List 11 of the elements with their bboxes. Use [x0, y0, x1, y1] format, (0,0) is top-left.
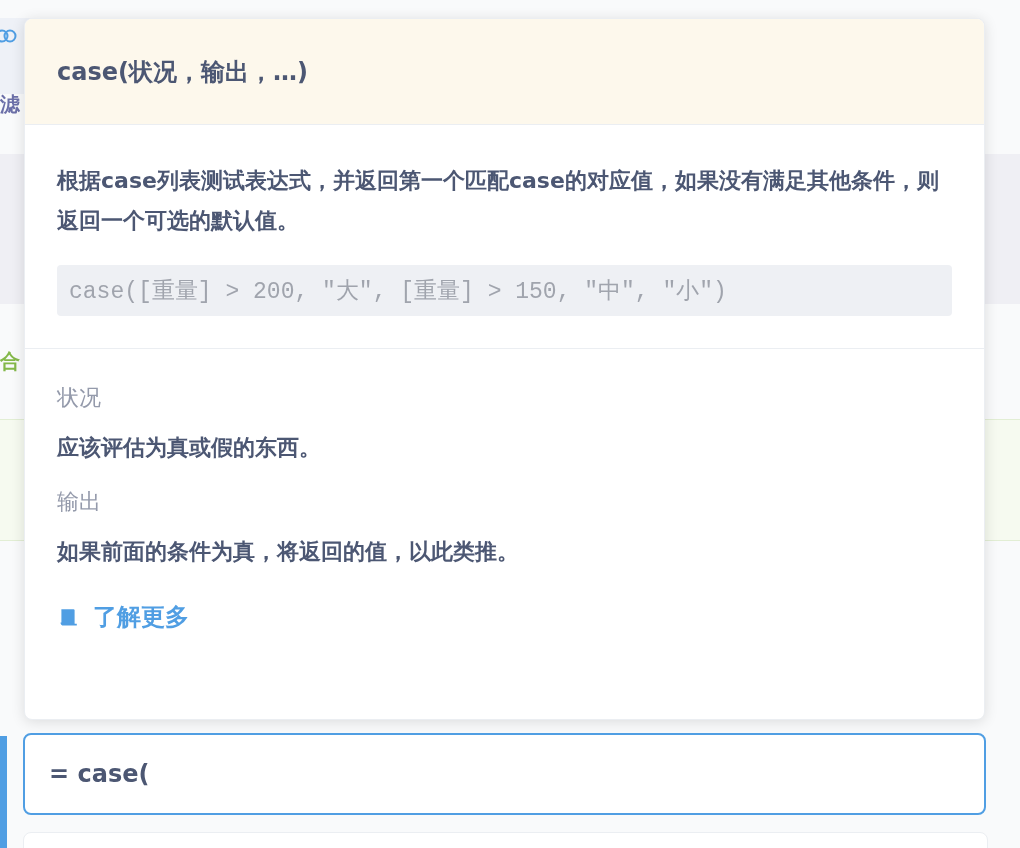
example-code: case([重量] > 200, "大", [重量] > 150, "中", "小"): [57, 265, 952, 316]
function-description: 根据case列表测试表达式，并返回第一个匹配case的对应值，如果没有满足其他条件，则返回一个可选的默认值。: [57, 167, 940, 235]
argument-name: 状况: [57, 384, 102, 412]
section-label: 合: [0, 348, 21, 375]
section-label: 滤: [0, 90, 21, 118]
argument-description: 如果前面的条件为真，将返回的值，以此类推。: [57, 538, 520, 566]
expression-input[interactable]: = case(: [23, 733, 986, 815]
argument-description: 应该评估为真或假的东西。: [57, 434, 322, 462]
argument-name: 输出: [57, 488, 102, 516]
function-signature: case(状况，输出，…): [57, 56, 308, 88]
rings-icon: [0, 28, 18, 44]
